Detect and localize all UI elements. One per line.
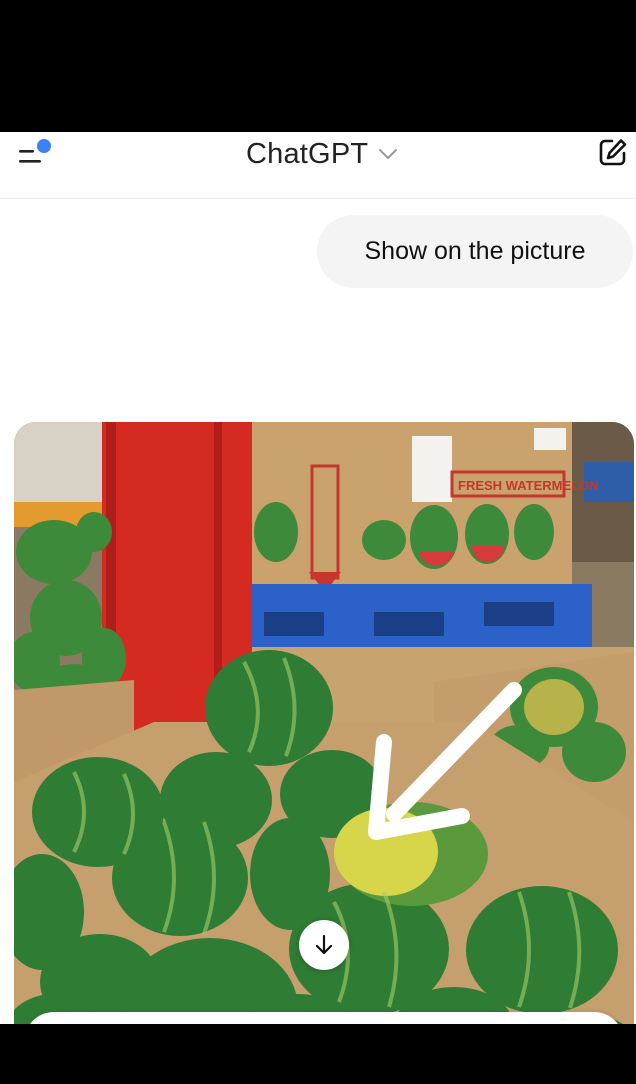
page-title: ChatGPT (246, 137, 369, 170)
scroll-down-button[interactable] (299, 920, 349, 970)
model-selector[interactable]: ChatGPT (246, 134, 398, 174)
chat-screen: ChatGPT Show on the picture FRESH WATERM… (0, 132, 636, 1024)
message-composer[interactable] (24, 1012, 624, 1024)
new-chat-icon[interactable] (598, 137, 628, 167)
status-area (0, 0, 636, 132)
arrow-down-icon (315, 934, 333, 955)
box-label: FRESH WATERMELON (458, 478, 599, 493)
sidebar-menu-icon[interactable] (16, 136, 56, 176)
bottom-bar (0, 1024, 636, 1084)
user-message-bubble: Show on the picture (317, 215, 633, 288)
chevron-down-icon (379, 149, 398, 159)
app-header: ChatGPT (0, 132, 636, 199)
